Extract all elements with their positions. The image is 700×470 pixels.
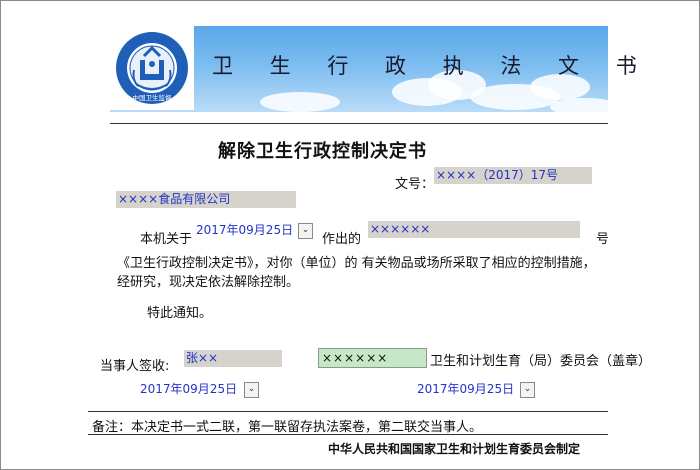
logo: 中国卫生监督 (110, 26, 194, 110)
svg-text:中国卫生监督: 中国卫生监督 (133, 93, 173, 102)
header-title: 卫 生 行 政 执 法 文 书 (212, 54, 652, 78)
body-line-2: 经研究，现决定依法解除控制。 (117, 275, 300, 290)
authority-suffix: 卫生和计划生育（局）委员会（盖章） (430, 354, 652, 369)
authority-date-field[interactable]: 2017年09月25日 (417, 380, 514, 397)
notice-text: 特此通知。 (147, 306, 213, 321)
document-title: 解除卫生行政控制决定书 (218, 141, 427, 162)
header-divider (110, 123, 608, 124)
party-date-field[interactable]: 2017年09月25日 (140, 380, 237, 397)
decision-prefix: 本机关于 (140, 232, 193, 247)
health-inspection-emblem-icon: 中国卫生监督 (116, 32, 188, 104)
footer-note: 备注：本决定书一式二联，第一联留存执法案卷，第二联交当事人。 (92, 420, 483, 435)
footer-divider-top (88, 411, 608, 412)
made-label: 作出的 (322, 232, 362, 247)
doc-no-field[interactable]: ××××（2017）17号 (434, 167, 592, 184)
chevron-down-icon[interactable]: ⌄ (244, 382, 259, 398)
decision-number-field[interactable]: ×××××× (368, 221, 580, 238)
authority-field[interactable]: ×××××× (318, 348, 427, 368)
number-suffix: 号 (596, 232, 610, 247)
doc-no-label: 文号： (395, 177, 435, 192)
party-signature-field[interactable]: 张×× (184, 350, 282, 367)
company-field[interactable]: ××××食品有限公司 (116, 191, 296, 208)
issuer-text: 中华人民共和国国家卫生和计划生育委员会制定 (328, 442, 581, 456)
chevron-down-icon[interactable]: ⌄ (298, 223, 313, 239)
chevron-down-icon[interactable]: ⌄ (520, 382, 535, 398)
decision-date-field[interactable]: 2017年09月25日 (196, 221, 293, 238)
party-label: 当事人签收: (100, 359, 170, 374)
footer-divider-bottom (88, 434, 608, 435)
body-line-1: 《卫生行政控制决定书》，对你（单位）的 有关物品或场所采取了相应的控制措施， (117, 256, 596, 271)
